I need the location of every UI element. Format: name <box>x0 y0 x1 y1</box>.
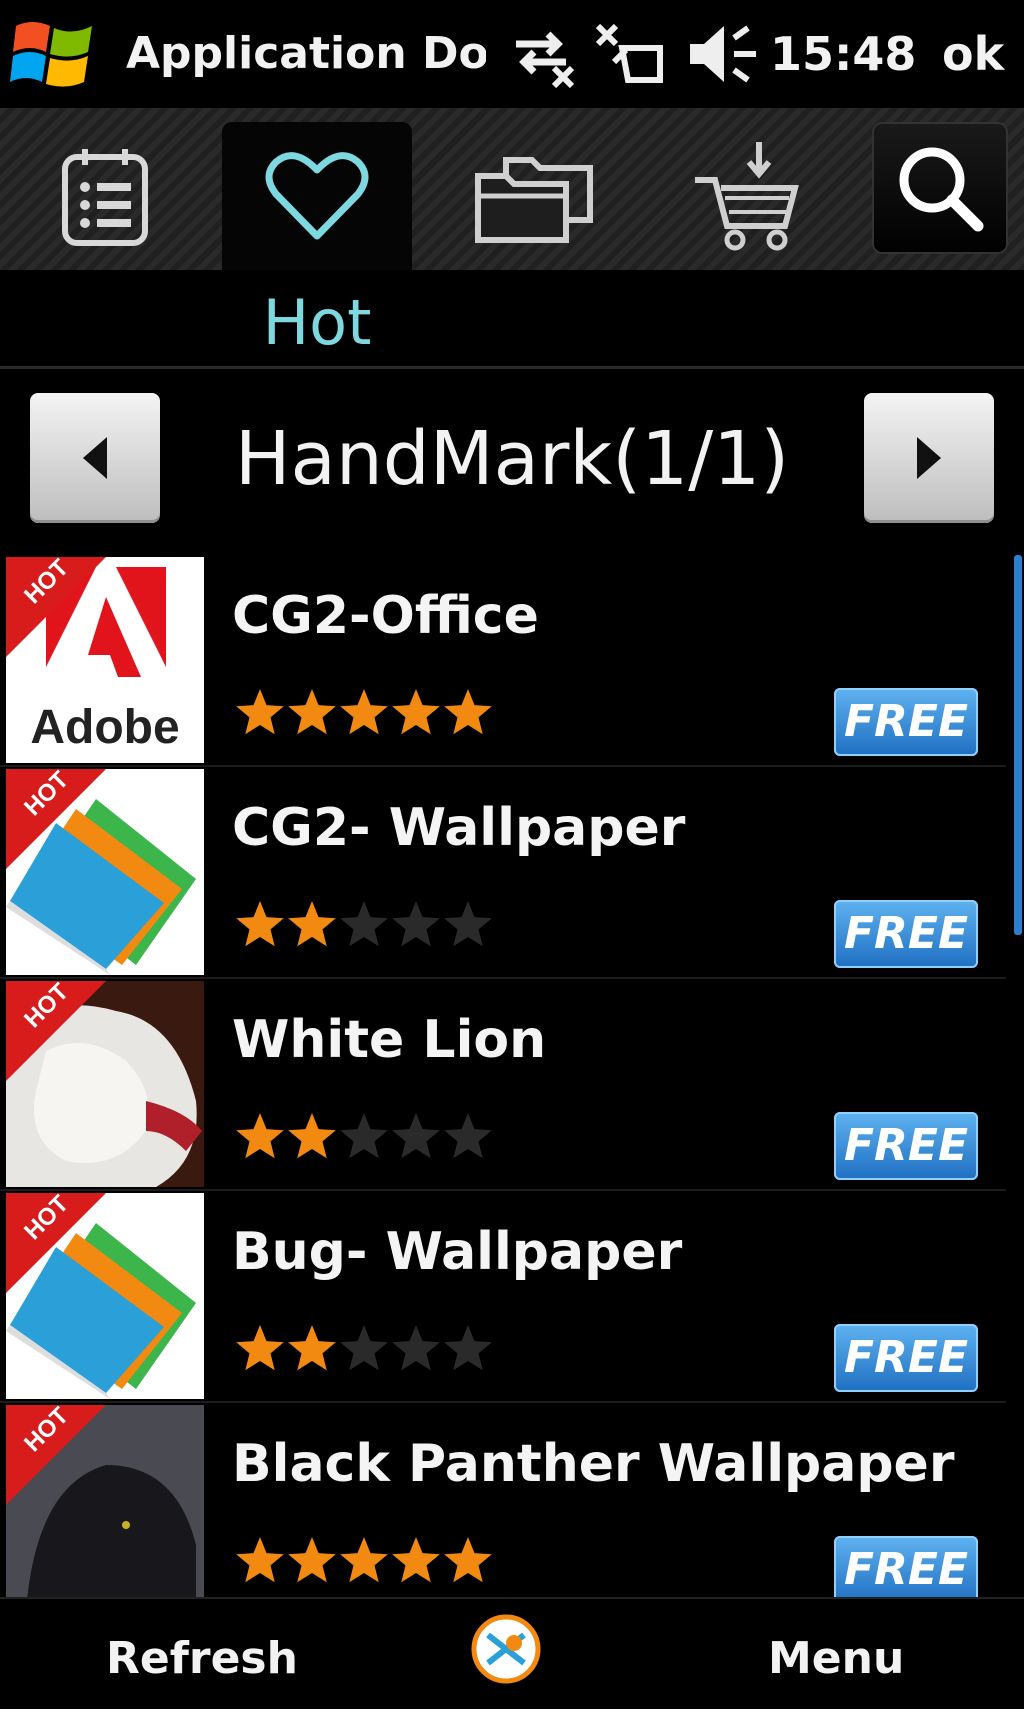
free-badge[interactable]: FREE <box>834 1324 978 1392</box>
app-list[interactable]: Adobe HOT CG2-Office FREE HOT CG2- Wallp… <box>0 555 1016 1597</box>
heart-icon <box>265 152 369 240</box>
active-tab-label: Hot <box>262 286 372 359</box>
books-icon: HOT <box>6 1193 204 1399</box>
star-empty-icon <box>392 1325 440 1371</box>
chevron-left-icon <box>83 437 107 479</box>
tab-label-row: Hot <box>0 270 1024 369</box>
category-title: HandMark(1/1) <box>234 416 790 502</box>
adobe-logo-icon: Adobe HOT <box>6 557 204 763</box>
app-thumbnail: Adobe HOT <box>6 557 204 763</box>
rating-stars <box>236 689 492 735</box>
star-filled-icon <box>236 901 284 947</box>
app-name: CG2-Office <box>232 586 539 646</box>
tab-bar <box>0 108 1024 272</box>
star-empty-icon <box>340 1113 388 1159</box>
cart-download-icon <box>695 142 799 251</box>
star-filled-icon <box>236 1325 284 1371</box>
star-filled-icon <box>444 689 492 735</box>
adobe-logo-text: Adobe <box>30 701 179 754</box>
tab-hot[interactable] <box>222 122 412 270</box>
softkey-bar: Refresh Menu <box>0 1597 1024 1709</box>
app-thumbnail: HOT <box>6 769 204 975</box>
app-logo-icon[interactable] <box>470 1613 542 1685</box>
star-empty-icon <box>444 1113 492 1159</box>
status-bar: Application Dow 15:48 ok <box>0 0 1024 110</box>
category-nav: HandMark(1/1) <box>0 369 1024 541</box>
star-empty-icon <box>392 1113 440 1159</box>
star-filled-icon <box>392 689 440 735</box>
rating-stars <box>236 901 492 947</box>
tab-cart[interactable] <box>654 122 844 270</box>
app-thumbnail: HOT <box>6 1405 204 1597</box>
black-panther-image: HOT <box>6 1405 204 1597</box>
signal-off-icon[interactable] <box>594 18 674 90</box>
free-badge[interactable]: FREE <box>834 688 978 756</box>
list-icon <box>62 149 148 246</box>
search-icon <box>899 147 984 232</box>
app-name: Bug- Wallpaper <box>232 1222 683 1282</box>
star-filled-icon <box>236 1537 284 1583</box>
white-lion-image: HOT <box>6 981 204 1187</box>
list-item[interactable]: Adobe HOT CG2-Office FREE <box>0 555 1006 767</box>
volume-mute-icon[interactable] <box>684 18 764 90</box>
star-filled-icon <box>288 1537 336 1583</box>
app-name: White Lion <box>232 1010 547 1070</box>
free-badge[interactable]: FREE <box>834 1536 978 1597</box>
star-filled-icon <box>288 1113 336 1159</box>
star-empty-icon <box>340 1325 388 1371</box>
list-item[interactable]: HOT White Lion FREE <box>0 979 1006 1191</box>
app-title[interactable]: Application Dow <box>126 22 486 86</box>
app-name: CG2- Wallpaper <box>232 798 686 858</box>
connectivity-icon[interactable] <box>506 18 586 90</box>
star-empty-icon <box>392 901 440 947</box>
free-badge[interactable]: FREE <box>834 1112 978 1180</box>
folders-icon <box>475 157 593 243</box>
app-thumbnail: HOT <box>6 1193 204 1399</box>
rating-stars <box>236 1113 492 1159</box>
list-item[interactable]: HOT Black Panther Wallpaper FREE <box>0 1403 1006 1597</box>
refresh-softkey[interactable]: Refresh <box>106 1629 298 1689</box>
books-icon: HOT <box>6 769 204 975</box>
tab-list[interactable] <box>10 122 200 270</box>
tab-folders[interactable] <box>440 122 630 270</box>
search-button[interactable] <box>872 122 1008 254</box>
star-empty-icon <box>444 1325 492 1371</box>
next-category-button[interactable] <box>864 393 994 523</box>
free-badge[interactable]: FREE <box>834 900 978 968</box>
star-filled-icon <box>288 689 336 735</box>
app-thumbnail: HOT <box>6 981 204 1187</box>
star-empty-icon <box>444 901 492 947</box>
star-filled-icon <box>236 689 284 735</box>
star-empty-icon <box>340 901 388 947</box>
star-filled-icon <box>444 1537 492 1583</box>
windows-start-icon[interactable] <box>10 14 100 94</box>
menu-softkey[interactable]: Menu <box>768 1629 904 1689</box>
star-filled-icon <box>340 689 388 735</box>
list-item[interactable]: HOT Bug- Wallpaper FREE <box>0 1191 1006 1403</box>
ok-button[interactable]: ok <box>942 22 1004 86</box>
star-filled-icon <box>392 1537 440 1583</box>
chevron-right-icon <box>917 437 941 479</box>
star-filled-icon <box>288 901 336 947</box>
app-name: Black Panther Wallpaper <box>232 1434 955 1494</box>
star-filled-icon <box>340 1537 388 1583</box>
list-item[interactable]: HOT CG2- Wallpaper FREE <box>0 767 1006 979</box>
scrollbar[interactable] <box>1014 555 1022 935</box>
clock[interactable]: 15:48 <box>770 22 916 86</box>
star-filled-icon <box>236 1113 284 1159</box>
star-filled-icon <box>288 1325 336 1371</box>
rating-stars <box>236 1325 492 1371</box>
prev-category-button[interactable] <box>30 393 160 523</box>
rating-stars <box>236 1537 492 1583</box>
